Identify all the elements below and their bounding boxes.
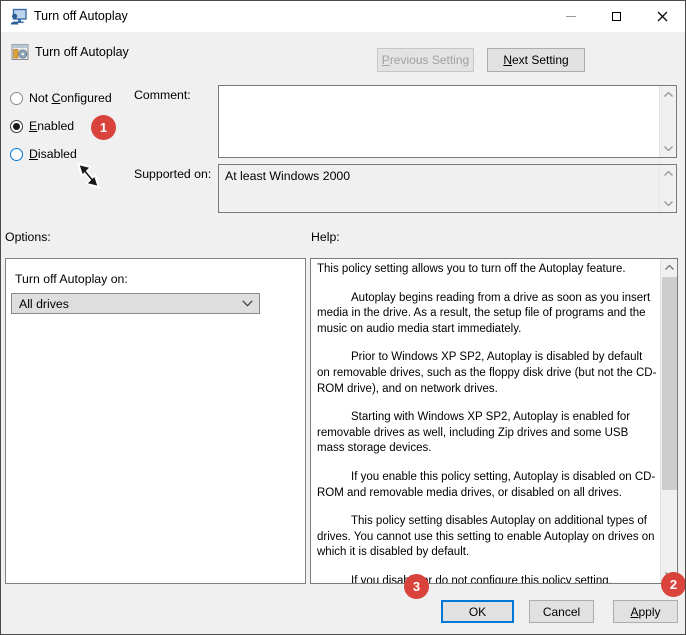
close-icon: [657, 11, 668, 22]
chevron-down-icon: [664, 146, 673, 151]
chevron-up-icon: [665, 265, 674, 270]
maximize-icon: [612, 12, 621, 21]
step-badge-1: 1: [91, 115, 116, 140]
apply-label: Apply: [630, 604, 661, 619]
scroll-up-button[interactable]: [660, 165, 677, 182]
maximize-button[interactable]: [594, 1, 639, 32]
step-badge-3: 3: [404, 574, 429, 599]
supported-on-scrollbar[interactable]: [659, 165, 676, 212]
comment-label: Comment:: [134, 88, 191, 102]
help-paragraph: If you disable or do not configure this …: [351, 574, 612, 583]
help-paragraph: Starting with Windows XP SP2, Autoplay i…: [317, 411, 631, 455]
previous-setting-button[interactable]: Previous Setting: [377, 48, 474, 72]
radio-enabled-label: Enabled: [29, 119, 75, 133]
scroll-up-button[interactable]: [660, 86, 677, 103]
drives-dropdown[interactable]: All drives: [11, 293, 260, 314]
ok-button[interactable]: OK: [441, 600, 514, 623]
minimize-button[interactable]: [548, 1, 593, 32]
radio-not-configured-label: Not Configured: [29, 91, 112, 105]
help-scrollbar[interactable]: [660, 259, 677, 583]
minimize-icon: [565, 16, 576, 17]
ok-label: OK: [468, 604, 487, 619]
close-button[interactable]: [640, 1, 685, 32]
radio-disabled-circle: [10, 147, 23, 161]
previous-setting-label: Previous Setting: [381, 53, 470, 67]
help-label: Help:: [311, 230, 340, 244]
scrollbar-thumb[interactable]: [662, 277, 677, 490]
radio-disabled[interactable]: Disabled: [10, 147, 77, 161]
dropdown-label: Turn off Autoplay on:: [15, 272, 128, 286]
window-title: Turn off Autoplay: [34, 9, 128, 23]
step-badge-2: 2: [661, 572, 685, 597]
options-label: Options:: [5, 230, 51, 244]
help-paragraph: If you enable this policy setting, Autop…: [317, 470, 656, 499]
resize-cursor-icon: [77, 163, 100, 189]
title-bar: Turn off Autoplay: [1, 1, 685, 32]
help-text: This policy setting allows you to turn o…: [311, 259, 660, 583]
scroll-up-button[interactable]: [661, 259, 678, 276]
supported-on-textbox: At least Windows 2000: [218, 164, 677, 213]
radio-enabled-circle: [10, 119, 23, 133]
comment-text[interactable]: [219, 86, 659, 157]
supported-on-label: Supported on:: [134, 167, 212, 181]
policy-setting-dialog: Turn off Autoplay Turn off Autoplay Prev…: [0, 0, 686, 635]
policy-setting-icon: [11, 44, 29, 60]
cancel-label: Cancel: [542, 604, 581, 619]
chevron-down-icon: [242, 300, 253, 307]
group-policy-app-icon: [10, 8, 27, 25]
scroll-down-button[interactable]: [660, 140, 677, 157]
comment-textbox[interactable]: [218, 85, 677, 158]
apply-button[interactable]: Apply: [613, 600, 678, 623]
setting-name: Turn off Autoplay: [35, 45, 129, 59]
cancel-button[interactable]: Cancel: [529, 600, 594, 623]
next-setting-label: Next Setting: [503, 53, 569, 67]
help-paragraph: This policy setting allows you to turn o…: [317, 263, 626, 275]
help-panel: This policy setting allows you to turn o…: [310, 258, 678, 584]
comment-scrollbar[interactable]: [659, 86, 676, 157]
supported-on-text: At least Windows 2000: [225, 169, 351, 183]
radio-disabled-label: Disabled: [29, 147, 77, 161]
options-panel: Turn off Autoplay on: All drives: [5, 258, 306, 584]
next-setting-button[interactable]: Next Setting: [487, 48, 585, 72]
help-paragraph: This policy setting disables Autoplay on…: [317, 515, 655, 559]
radio-enabled[interactable]: Enabled: [10, 119, 74, 133]
chevron-up-icon: [664, 171, 673, 176]
chevron-up-icon: [664, 92, 673, 97]
scroll-down-button[interactable]: [660, 195, 677, 212]
chevron-down-icon: [664, 201, 673, 206]
drives-dropdown-value: All drives: [19, 296, 69, 311]
help-paragraph: Autoplay begins reading from a drive as …: [317, 291, 651, 335]
help-paragraph: Prior to Windows XP SP2, Autoplay is dis…: [317, 351, 657, 395]
radio-not-configured[interactable]: Not Configured: [10, 91, 112, 105]
radio-not-configured-circle: [10, 91, 23, 105]
